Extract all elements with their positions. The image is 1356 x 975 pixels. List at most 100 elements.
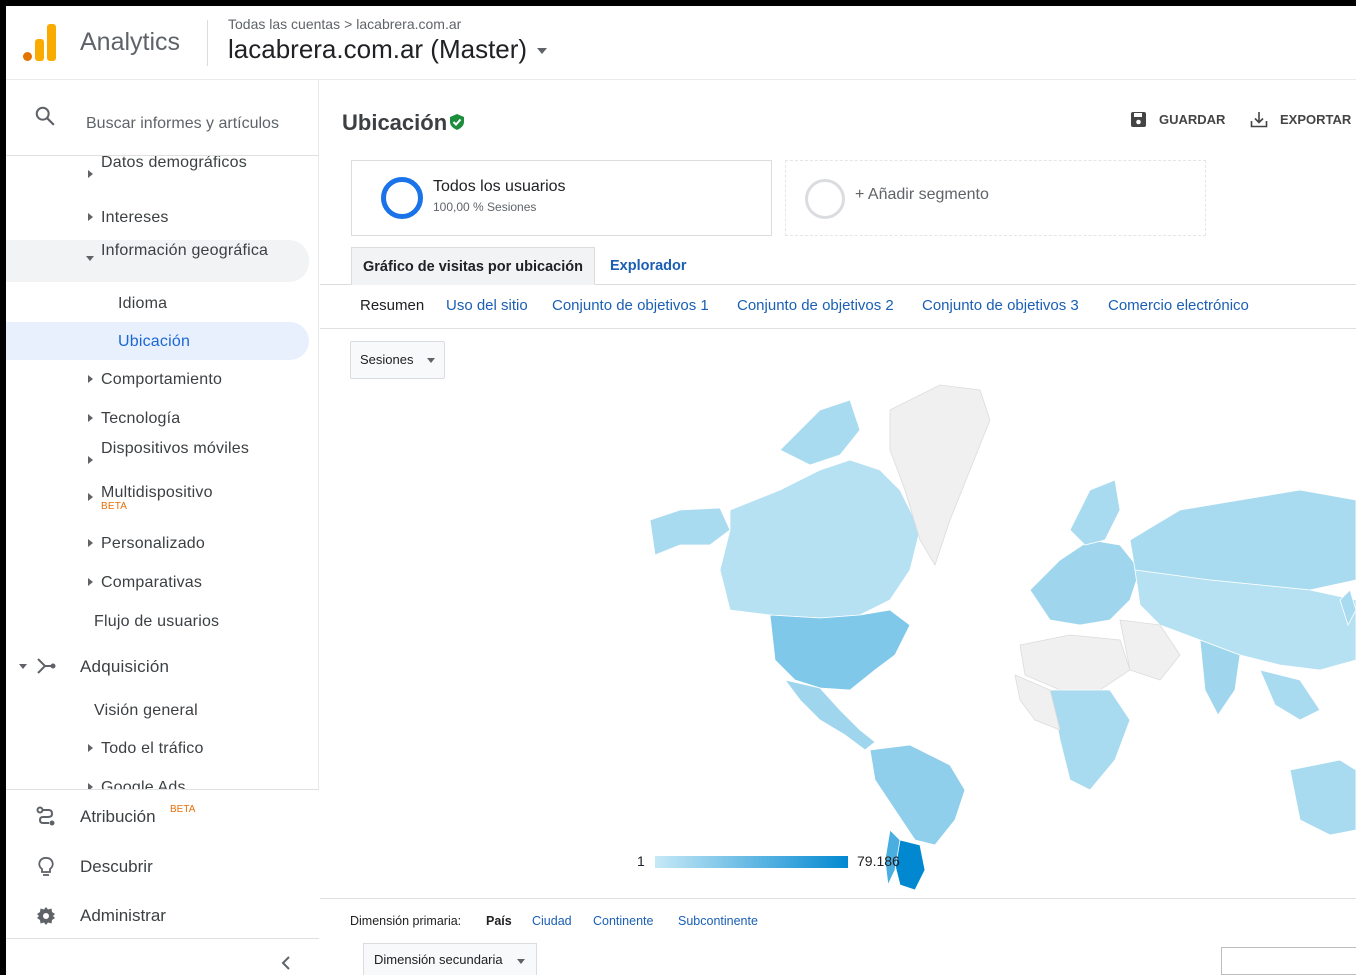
sidebar-item-language[interactable]: Idioma [6,288,319,320]
subtab-summary[interactable]: Resumen [360,297,424,314]
caret-right-icon [88,493,93,501]
sidebar-item-interests[interactable]: Intereses [6,202,319,234]
world-map[interactable] [620,370,1356,890]
sidebar-item-users-flow[interactable]: Flujo de usuarios [6,606,319,638]
download-icon [1250,112,1268,128]
secondary-dimension-dropdown[interactable]: Dimensión secundaria [363,943,537,975]
account-selector[interactable]: lacabrera.com.ar (Master) [228,34,548,65]
beta-badge: BETA [170,804,196,815]
dimension-continent[interactable]: Continente [593,914,653,928]
verified-check-icon [450,114,464,130]
legend-max-label: 79.186 [857,853,900,869]
export-label: EXPORTAR [1280,112,1352,127]
collapse-sidebar-icon[interactable] [280,954,292,972]
sidebar-section-discover[interactable]: Descubrir [6,850,319,886]
map-region-europe [1029,539,1141,626]
nav-tree: Datos demográficos Intereses Información… [6,156,319,790]
analytics-window: Analytics Todas las cuentas > lacabrera.co… [6,6,1356,975]
search-input[interactable]: Buscar informes y artículos [86,115,279,133]
main-content: Ubicación GUARDAR EXPORTAR Todos los usu… [320,80,1356,975]
breadcrumb-root[interactable]: Todas las cuentas [228,16,340,32]
sidebar-item-mobile[interactable]: Dispositivos móviles [6,440,319,482]
dimension-city[interactable]: Ciudad [532,914,572,928]
subtab-goal-set-3[interactable]: Conjunto de objetivos 3 [922,297,1079,314]
account-view-name[interactable]: lacabrera.com.ar (Master) [228,34,527,64]
sidebar-section-acquisition[interactable]: Adquisición [6,649,319,685]
sidebar-bottom-divider [6,938,319,939]
sidebar-item-demographics[interactable]: Datos demográficos [6,156,319,200]
sidebar-item-all-traffic[interactable]: Todo el tráfico [6,733,319,765]
caret-right-icon [88,456,93,464]
segment-ring-empty-icon [805,179,845,219]
map-region-africa-central [1049,689,1131,791]
segment-name: Todos los usuarios [433,178,566,195]
caret-right-icon [88,539,93,547]
caret-right-icon [88,213,93,221]
map-region-mexico [784,679,876,751]
dimension-country[interactable]: País [486,914,512,928]
save-button[interactable]: GUARDAR [1130,111,1225,128]
segment-all-users[interactable]: Todos los usuarios 100,00 % Sesiones [351,160,772,236]
sidebar-section-attribution[interactable]: Atribución BETA [6,800,319,836]
map-region-scandinavia [1069,479,1121,546]
secondary-dimension-label: Dimensión secundaria [374,952,503,967]
metric-dropdown-value: Sesiones [360,352,414,367]
sidebar-item-technology[interactable]: Tecnología [6,403,319,435]
segment-sessions-share: 100,00 % Sesiones [433,200,537,214]
dimension-subcontinent[interactable]: Subcontinente [678,914,758,928]
sidebar-item-behavior[interactable]: Comportamiento [6,364,319,396]
caret-down-icon [19,664,27,669]
add-segment-button[interactable]: + Añadir segmento [785,160,1206,236]
tab-map-overlay[interactable]: Gráfico de visitas por ubicación [351,247,595,285]
subtab-ecommerce[interactable]: Comercio electrónico [1108,297,1249,314]
legend-min-label: 1 [637,853,645,869]
sidebar-bottom-nav: Atribución BETA Descubrir Administrar [6,789,319,975]
page-title: Ubicación [342,110,448,135]
caret-right-icon [88,170,93,178]
chevron-down-icon [517,959,525,964]
search-icon[interactable] [34,105,56,127]
caret-down-icon [86,256,94,261]
map-region-canada [719,459,921,619]
search-box[interactable]: Buscar informes y artículos [6,80,319,156]
sidebar-item-benchmarks[interactable]: Comparativas [6,567,319,599]
sidebar-item-multidevice[interactable]: Multidispositivo BETA [6,482,319,514]
sidebar-item-custom[interactable]: Personalizado [6,528,319,560]
chevron-down-icon[interactable] [537,48,548,55]
acquisition-icon [37,658,56,674]
sidebar-item-google-ads[interactable]: Google Ads [6,772,319,790]
breadcrumb[interactable]: Todas las cuentas > lacabrera.com.ar [228,16,461,32]
map-region-alaska [649,507,731,556]
map-region-southeast-asia [1259,669,1321,721]
save-icon [1131,112,1146,127]
save-label: GUARDAR [1159,112,1226,127]
map-region-australia [1289,759,1356,836]
analytics-logo-icon[interactable] [23,23,57,61]
export-button[interactable]: EXPORTAR [1250,111,1351,128]
sidebar-section-admin[interactable]: Administrar [6,899,319,935]
legend-color-scale [655,856,848,868]
sidebar-item-acq-overview[interactable]: Visión general [6,695,319,727]
map-region-africa-north [1019,634,1131,691]
map-region-usa [769,609,911,691]
tab-explorer[interactable]: Explorador [599,247,698,285]
metric-dropdown[interactable]: Sesiones [350,341,445,379]
subtab-goal-set-2[interactable]: Conjunto de objetivos 2 [737,297,894,314]
subtab-site-usage[interactable]: Uso del sitio [446,297,528,314]
table-filter-input[interactable] [1221,947,1356,975]
chevron-down-icon [427,358,435,363]
subtab-goal-set-1[interactable]: Conjunto de objetivos 1 [552,297,709,314]
segment-ring-icon [381,177,423,219]
report-header: Ubicación GUARDAR EXPORTAR [320,80,1356,156]
sidebar-item-geo[interactable]: Información geográfica [6,240,309,282]
primary-dimension-row: Dimensión primaria: País Ciudad Continen… [320,898,1356,940]
caret-right-icon [88,375,93,383]
attribution-icon [36,806,55,826]
map-region-arctic-islands [779,399,861,466]
breadcrumb-property[interactable]: lacabrera.com.ar [356,16,461,32]
sidebar-item-location[interactable]: Ubicación [6,322,309,360]
primary-dimension-label: Dimensión primaria: [350,914,462,928]
view-tabs: Gráfico de visitas por ubicación Explora… [320,247,1356,285]
gear-icon [37,907,55,925]
map-region-south-america-north [869,744,966,846]
